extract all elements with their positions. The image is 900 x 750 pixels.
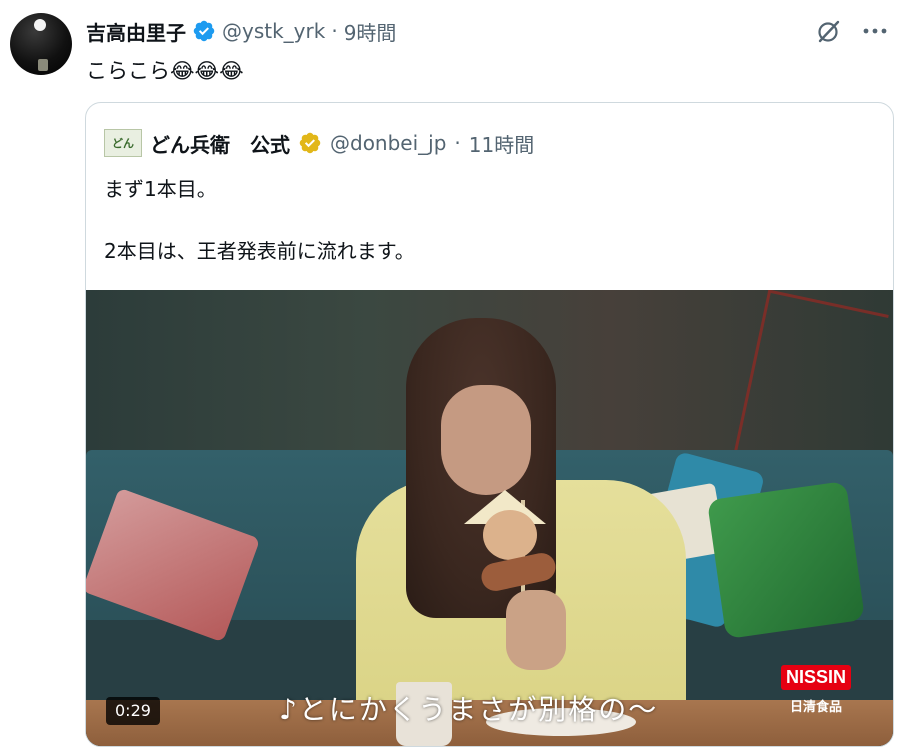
avatar-figure	[38, 59, 48, 71]
video-brand-logo: NISSIN 日清食品	[776, 665, 856, 715]
quoted-separator: ·	[454, 131, 461, 155]
post-header: 吉高由里子 @ystk_yrk · 9時間	[86, 16, 396, 46]
brand-name: NISSIN	[780, 665, 851, 690]
verified-badge-gold-icon[interactable]	[298, 131, 322, 155]
post-time[interactable]: 9時間	[344, 17, 397, 46]
video-duration: 0:29	[106, 697, 160, 725]
video-daikon	[483, 510, 537, 560]
quoted-author-avatar[interactable]: どん	[104, 129, 142, 157]
video-player[interactable]: 0:29 ♪とにかくうまさが別格の〜 NISSIN 日清食品	[86, 290, 893, 746]
video-pillow-green	[706, 480, 866, 640]
grok-icon[interactable]	[814, 16, 844, 46]
quoted-post[interactable]: どん どん兵衛 公式 @donbei_jp · 11時間 まず1本目。 2本目は…	[85, 102, 894, 747]
video-person-face	[441, 385, 531, 495]
avatar-light	[34, 19, 46, 31]
video-person-hand	[506, 590, 566, 670]
quoted-post-header: どん どん兵衛 公式 @donbei_jp · 11時間	[104, 128, 534, 158]
quoted-post-time[interactable]: 11時間	[469, 129, 534, 158]
post-text: こらこら😂😂😂	[86, 59, 244, 83]
more-icon[interactable]	[860, 16, 890, 46]
author-name[interactable]: 吉高由里子	[86, 17, 186, 46]
quoted-author-handle[interactable]: @donbei_jp	[330, 131, 446, 155]
quoted-post-text: まず1本目。 2本目は、王者発表前に流れます。	[104, 173, 415, 267]
video-caption: ♪とにかくうまさが別格の〜	[279, 693, 659, 726]
brand-subtitle: 日清食品	[789, 700, 842, 715]
quoted-author-logo-text: どん	[112, 137, 134, 150]
quoted-author-name[interactable]: どん兵衛 公式	[150, 129, 290, 158]
quoted-text-line-2: 2本目は、王者発表前に流れます。	[104, 239, 415, 263]
author-handle[interactable]: @ystk_yrk	[222, 19, 325, 43]
quoted-text-line-1: まず1本目。	[104, 177, 217, 201]
separator: ·	[331, 19, 338, 43]
post-actions	[814, 16, 890, 46]
author-avatar[interactable]	[10, 13, 72, 75]
verified-badge-icon[interactable]	[192, 19, 216, 43]
